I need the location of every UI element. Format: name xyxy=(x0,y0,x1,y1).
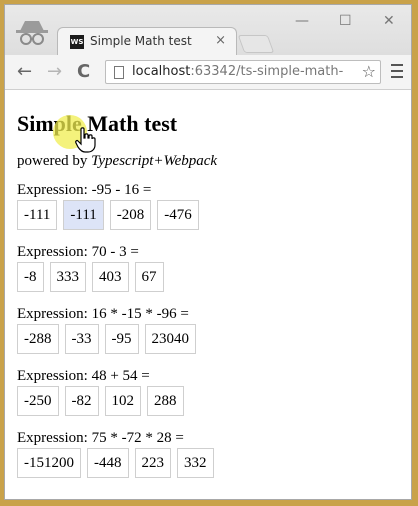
page-title: Simple Math test xyxy=(17,111,178,136)
answer-options: -250 -82 102 288 xyxy=(17,386,403,416)
powered-prefix: powered by xyxy=(17,153,92,169)
powered-tech: Typescript+Webpack xyxy=(91,153,218,169)
answer-button[interactable]: -111 xyxy=(63,200,104,230)
answer-button[interactable]: 223 xyxy=(134,448,171,478)
tab-simple-math[interactable]: WS Simple Math test × xyxy=(57,27,237,55)
title-bar: WS Simple Math test × — ☐ ✕ xyxy=(5,5,411,55)
maximize-icon[interactable]: ☐ xyxy=(339,13,352,29)
minimize-icon[interactable]: — xyxy=(295,13,309,29)
question-block: Expression: 16 * -15 * -96 = -288 -33 -95 23… xyxy=(17,306,403,354)
answer-button[interactable]: -95 xyxy=(104,324,139,354)
answer-options: -8 333 403 67 xyxy=(17,262,403,292)
answer-button[interactable]: -8 xyxy=(17,262,44,292)
answer-button[interactable]: 332 xyxy=(177,448,214,478)
question-block: Expression: 48 + 54 = -250 -82 102 288 xyxy=(17,368,403,416)
answer-button[interactable]: 333 xyxy=(49,262,86,292)
page-info-icon[interactable] xyxy=(114,66,124,79)
answer-button[interactable]: -288 xyxy=(17,324,59,354)
url-path: :63342/ts-simple-math- xyxy=(190,64,344,79)
question-block: Expression: 70 - 3 = -8 333 403 67 xyxy=(17,244,403,292)
answer-button[interactable]: 403 xyxy=(92,262,129,292)
reload-icon[interactable]: C xyxy=(77,61,90,82)
question-list: Expression: -95 - 16 = -111 -111 -208 -476 Ex… xyxy=(17,182,403,478)
answer-button[interactable]: -476 xyxy=(157,200,199,230)
answer-button[interactable]: 102 xyxy=(104,386,141,416)
tab-title: Simple Math test xyxy=(90,34,192,48)
tab-close-icon[interactable]: × xyxy=(215,33,226,48)
forward-icon[interactable]: → xyxy=(47,61,62,82)
answer-button[interactable]: -151200 xyxy=(17,448,81,478)
answer-button[interactable]: 67 xyxy=(134,262,164,292)
url-host: localhost xyxy=(132,64,191,79)
answer-button[interactable]: 23040 xyxy=(144,324,196,354)
answer-button[interactable]: 288 xyxy=(147,386,184,416)
bookmark-star-icon[interactable]: ☆ xyxy=(362,62,376,81)
answer-options: -151200 -448 223 332 xyxy=(17,448,403,478)
question-block: Expression: 75 * -72 * 28 = -151200 -448 22… xyxy=(17,430,403,478)
new-tab-button[interactable] xyxy=(237,35,275,53)
answer-button[interactable]: -208 xyxy=(109,200,152,230)
webstorm-favicon-icon: WS xyxy=(70,35,84,49)
expression-label: Expression: 48 + 54 = xyxy=(17,368,150,384)
browser-window: WS Simple Math test × — ☐ ✕ ← → C localh… xyxy=(4,4,412,500)
expression-label: Expression: 75 * -72 * 28 = xyxy=(17,430,184,446)
answer-button[interactable]: -82 xyxy=(64,386,99,416)
incognito-icon xyxy=(16,21,48,45)
close-window-icon[interactable]: ✕ xyxy=(383,13,395,29)
answer-button[interactable]: -250 xyxy=(17,386,59,416)
powered-by-text: powered by Typescript+Webpack xyxy=(17,152,403,170)
expression-label: Expression: 16 * -15 * -96 = xyxy=(17,306,189,322)
answer-options: -111 -111 -208 -476 xyxy=(17,200,403,230)
back-icon[interactable]: ← xyxy=(17,61,32,82)
expression-label: Expression: -95 - 16 = xyxy=(17,182,152,198)
page-content: Simple Math test powered by Typescript+W… xyxy=(17,93,403,499)
address-bar[interactable]: localhost:63342/ts-simple-math- ☆ xyxy=(105,60,381,84)
answer-options: -288 -33 -95 23040 xyxy=(17,324,403,354)
browser-toolbar: ← → C localhost:63342/ts-simple-math- ☆ xyxy=(5,55,411,90)
question-block: Expression: -95 - 16 = -111 -111 -208 -476 xyxy=(17,182,403,230)
expression-label: Expression: 70 - 3 = xyxy=(17,244,139,260)
answer-button[interactable]: -448 xyxy=(87,448,129,478)
answer-button[interactable]: -33 xyxy=(64,324,99,354)
menu-icon[interactable] xyxy=(391,64,403,80)
url-text: localhost:63342/ts-simple-math- xyxy=(132,64,343,79)
answer-button[interactable]: -111 xyxy=(17,200,58,230)
